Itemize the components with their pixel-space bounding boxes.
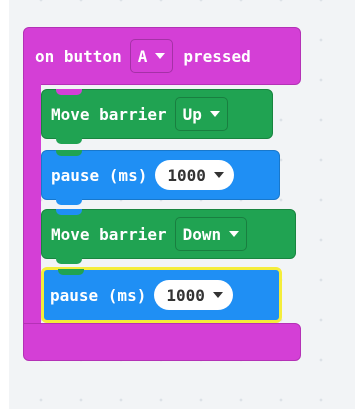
block-notch (56, 209, 82, 215)
chevron-down-icon (212, 292, 223, 298)
event-block-arm (23, 80, 41, 328)
block-notch (56, 150, 82, 156)
block-tab (56, 257, 82, 264)
pause-duration-value: 1000 (166, 285, 205, 305)
on-button-pressed-block[interactable]: on button A pressed (23, 27, 301, 85)
pause-duration-dropdown[interactable]: 1000 (155, 160, 234, 190)
pause-duration-dropdown[interactable]: 1000 (154, 280, 233, 310)
move-barrier-label: Move barrier (51, 104, 167, 124)
chevron-down-icon (209, 111, 220, 117)
move-barrier-block[interactable]: Move barrier Down (41, 209, 296, 264)
direction-dropdown[interactable]: Down (174, 217, 248, 251)
chevron-down-icon (229, 231, 240, 237)
direction-value: Down (182, 224, 222, 244)
block-tab (56, 137, 82, 144)
move-barrier-label: Move barrier (51, 224, 167, 244)
block-notch (58, 269, 84, 275)
chevron-down-icon (213, 172, 224, 178)
event-block-suffix: pressed (183, 46, 251, 66)
chevron-down-icon (155, 53, 166, 59)
button-select-dropdown[interactable]: A (129, 39, 174, 73)
button-select-value: A (137, 46, 148, 66)
pause-duration-value: 1000 (167, 165, 206, 185)
move-barrier-block[interactable]: Move barrier Up (41, 89, 273, 144)
pause-block-selected[interactable]: pause (ms) 1000 (41, 267, 282, 323)
direction-value: Up (182, 104, 202, 124)
pause-label: pause (ms) (50, 285, 147, 305)
event-block-footer (23, 323, 301, 361)
block-tab (56, 198, 82, 205)
block-notch (56, 89, 82, 95)
pause-label: pause (ms) (51, 165, 148, 185)
event-block-prefix: on button (35, 46, 122, 66)
pause-block[interactable]: pause (ms) 1000 (41, 150, 280, 205)
direction-dropdown[interactable]: Up (174, 97, 228, 131)
